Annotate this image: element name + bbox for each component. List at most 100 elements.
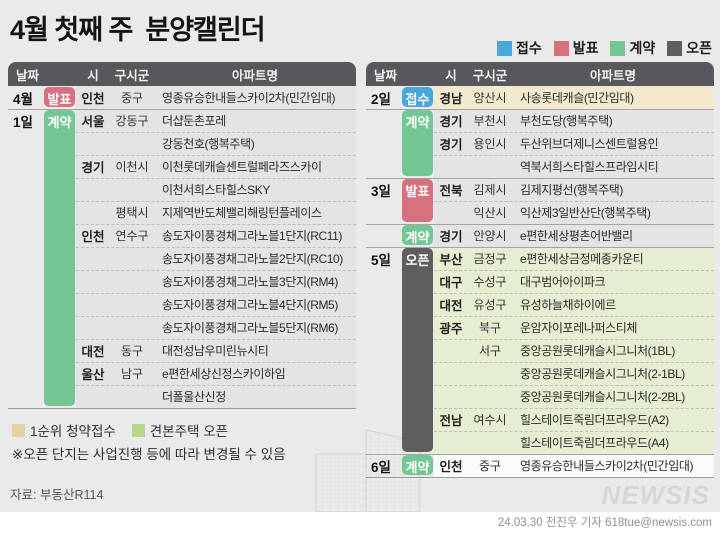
name-cell: 송도자이풍경채그라노블4단지(RM5) [154, 293, 356, 316]
row-separator [76, 270, 356, 271]
data-source: 자료: 부동산R114 [10, 488, 104, 502]
name-cell: 더폴울산신정 [154, 385, 356, 408]
status-band: 오픈 [402, 248, 433, 452]
date-cell [366, 270, 400, 293]
si-cell: 대전 [76, 339, 110, 362]
gu-cell: 안양시 [468, 224, 512, 247]
date-cell [8, 316, 42, 339]
row-separator [76, 155, 356, 156]
name-cell: 지제역반도체밸리해링턴플레이스 [154, 201, 356, 224]
table-header: 날짜 시 구시군 아파트명 [8, 62, 356, 86]
si-cell: 대전 [434, 293, 468, 316]
byline-credit: 24.03.30 전진우 기자 618tue@newsis.com [497, 517, 712, 529]
row-separator [76, 385, 356, 386]
status-band: 계약 [402, 225, 433, 245]
si-cell: 광주 [434, 316, 468, 339]
date-cell [8, 293, 42, 316]
accept-color-chip [496, 40, 512, 56]
si-cell: 부산 [434, 247, 468, 270]
gu-cell: 여수시 [468, 408, 512, 431]
si-cell: 경기 [434, 109, 468, 132]
newsis-logo: NEWSIS [601, 480, 710, 510]
name-cell: 힐스테이트죽림더프라우드(A2) [512, 408, 714, 431]
date-cell [8, 224, 42, 247]
date-cell [366, 293, 400, 316]
row-separator [76, 132, 356, 133]
gu-cell [110, 270, 154, 293]
date-cell [8, 385, 42, 408]
name-cell: e편한세상신정스카이하임 [154, 362, 356, 385]
name-cell: 영종유승한내들스카이2차(민간임대) [512, 454, 714, 477]
status-band: 접수 [402, 87, 433, 107]
si-cell [434, 385, 468, 408]
gu-cell: 연수구 [110, 224, 154, 247]
status-band-label: 접수 [405, 92, 430, 107]
si-cell [434, 201, 468, 224]
name-cell: 유성하늘채하이에르 [512, 293, 714, 316]
date-cell [366, 316, 400, 339]
date-cell: 2일 [371, 91, 391, 107]
legend-item-contract: 계약 [610, 38, 655, 58]
gu-cell [110, 385, 154, 408]
status-legend: 접수 발표 계약 오픈 [496, 38, 712, 58]
legend-item-accept: 접수 [496, 38, 542, 58]
table-rows: 4월 인천 중구 영종유승한내들스카이2차(민간임대) 1일 서울 강동구 더샵둔촌포레 강동천… [8, 86, 356, 409]
name-cell: 대전성남우미린뉴시티 [154, 339, 356, 362]
contract-color-chip [610, 40, 626, 56]
name-cell: 두산위브더제니스센트럴용인 [512, 132, 714, 155]
si-cell: 전북 [434, 178, 468, 201]
left-calendar-table: 날짜 시 구시군 아파트명 4월 인천 중구 영종유승한내들스카이2차(민간임대) 1일… [8, 62, 356, 409]
gu-cell: 중구 [110, 86, 154, 109]
right-calendar-table: 날짜 시 구시군 아파트명 2일 경남 양산시 사송롯데캐슬(민간임대) 경기 부천시 부천… [366, 62, 714, 478]
si-cell: 인천 [76, 86, 110, 109]
si-cell [434, 362, 468, 385]
date-cell [8, 270, 42, 293]
gu-cell: 중구 [468, 454, 512, 477]
si-cell: 경기 [76, 155, 110, 178]
si-cell [76, 385, 110, 408]
row-separator [76, 224, 356, 225]
column-header-apartment: 아파트명 [231, 68, 278, 83]
legend-label: 접수 [515, 40, 542, 56]
legend-label: 견본주택 오픈 [149, 424, 229, 439]
si-cell [76, 247, 110, 270]
gu-cell: 강동구 [110, 109, 154, 132]
row-separator [76, 178, 356, 179]
si-cell [76, 178, 110, 201]
row-separator [434, 362, 714, 363]
date-cell: 5일 [371, 252, 391, 268]
column-header-district: 구시군 [472, 68, 508, 83]
tan-color-chip [12, 423, 25, 437]
legend-label: 발표 [572, 40, 599, 56]
name-cell: 힐스테이트죽림더프라우드(A4) [512, 431, 714, 454]
gu-cell: 부천시 [468, 109, 512, 132]
name-cell: 송도자이풍경채그라노블5단지(RM6) [154, 316, 356, 339]
gu-cell [468, 362, 512, 385]
date-cell [8, 339, 42, 362]
row-separator [434, 132, 714, 133]
si-cell [76, 201, 110, 224]
name-cell: 운암자이포레나퍼스티체 [512, 316, 714, 339]
si-cell: 경남 [434, 86, 468, 109]
gu-cell: 이천시 [110, 155, 154, 178]
status-band-label: 계약 [405, 115, 430, 130]
si-cell: 경기 [434, 224, 468, 247]
gu-cell: 용인시 [468, 132, 512, 155]
si-cell [76, 293, 110, 316]
footer-legend: 1순위 청약접수 견본주택 오픈 [12, 420, 228, 440]
gu-cell [468, 385, 512, 408]
gu-cell: 익산시 [468, 201, 512, 224]
date-cell: 3일 [371, 183, 391, 199]
date-cell [366, 224, 400, 247]
open-color-chip [667, 40, 683, 56]
status-band-label: 계약 [405, 230, 430, 245]
name-cell: 중앙공원롯데캐슬시그니처(2-1BL) [512, 362, 714, 385]
name-cell: 중앙공원롯데캐슬시그니처(2-2BL) [512, 385, 714, 408]
gu-cell [468, 431, 512, 454]
status-band-label: 발표 [47, 92, 72, 107]
column-header-district: 구시군 [114, 68, 150, 83]
infographic-canvas: 4월 첫째 주 분양캘린더 접수 발표 계약 오픈 날짜 시 구시군 아파트명 … [0, 0, 720, 534]
legend-label: 계약 [629, 40, 656, 56]
legend-label: 1순위 청약접수 [30, 424, 116, 439]
date-cell: 6일 [371, 459, 391, 475]
